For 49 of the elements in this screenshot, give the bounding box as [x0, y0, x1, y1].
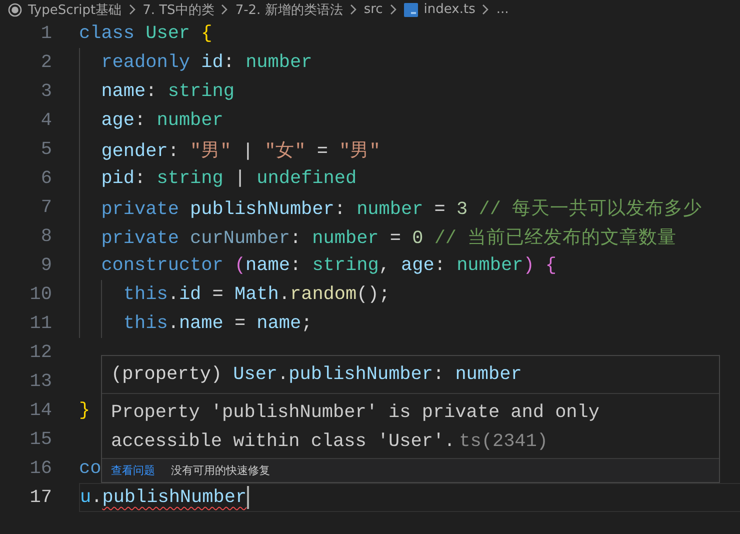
code-line: class User { [79, 23, 212, 44]
code-line: pid: string | undefined [100, 168, 357, 189]
line-number: 9 [40, 255, 52, 276]
breadcrumb-item[interactable]: src [364, 2, 383, 17]
line-number: 17 [28, 487, 52, 508]
line-number: 7 [40, 197, 52, 218]
breadcrumb-item[interactable]: index.ts [424, 2, 476, 17]
chevron-right-icon [128, 4, 136, 15]
code-line: u.publishNumber [80, 487, 247, 508]
typescript-file-icon [404, 2, 418, 16]
breadcrumb-item[interactable]: 7-2. 新增的类语法 [235, 0, 343, 18]
line-number: 10 [28, 284, 52, 305]
line-number: 8 [40, 226, 52, 247]
breadcrumb-item[interactable]: ... [496, 2, 509, 17]
code-line: gender: "男" | "女" = "男" [100, 140, 380, 162]
hover-signature: (property) User.publishNumber: number [102, 356, 719, 394]
line-number: 11 [28, 313, 52, 334]
chevron-right-icon [390, 4, 397, 15]
line-number: 15 [28, 429, 52, 450]
line-number: 6 [40, 168, 52, 189]
code-line: private curNumber: number = 0 // 当前已经发布的文章数量 [100, 226, 677, 249]
circle-dot-icon [8, 2, 22, 16]
line-number: 16 [28, 458, 52, 479]
code-line: readonly id: number [100, 52, 312, 73]
code-line: this.name = name; [122, 313, 312, 334]
code-line: co [79, 458, 102, 479]
line-number: 13 [28, 371, 52, 392]
code-line: age: number [100, 110, 224, 131]
line-number: 5 [40, 139, 52, 160]
code-line: } [79, 400, 90, 421]
breadcrumb-item[interactable]: 7. TS中的类 [142, 0, 214, 18]
code-line: this.id = Math.random(); [122, 284, 390, 305]
error-message: Property 'publishNumber' is private and only accessible within class 'User'. ts(2341) [111, 401, 600, 454]
code-line: private publishNumber: number = 3 // 每天一共可以发布多少 [100, 198, 702, 220]
quick-fix-note: 没有可用的快速修复 [171, 463, 270, 478]
breadcrumb-item[interactable]: TypeScript基础 [28, 0, 122, 18]
line-number: 12 [28, 342, 52, 363]
line-number: 4 [40, 110, 52, 131]
line-number: 14 [28, 400, 52, 421]
code-line: constructor (name: string, age: number) { [100, 255, 557, 276]
chevron-right-icon [221, 4, 228, 15]
view-problem-link[interactable]: 查看问题 [111, 463, 155, 478]
chevron-right-icon [482, 4, 490, 15]
code-line: name: string [100, 81, 234, 102]
line-number: 2 [40, 52, 52, 73]
line-number: 3 [40, 81, 52, 102]
text-cursor [246, 486, 249, 509]
line-number: 1 [40, 23, 52, 44]
chevron-right-icon [350, 4, 357, 15]
